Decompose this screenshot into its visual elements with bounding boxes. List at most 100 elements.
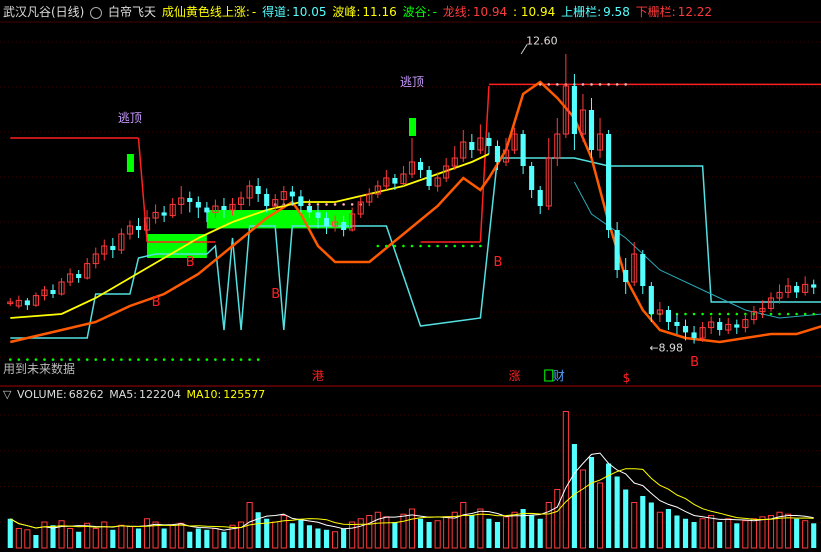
support-dot <box>26 358 29 361</box>
resistance-dot <box>325 203 328 206</box>
candle-body-down <box>135 226 142 230</box>
support-dot <box>162 358 166 361</box>
support-dot <box>461 244 465 248</box>
resistance-dot <box>333 203 337 206</box>
candle-body-down <box>794 286 800 293</box>
volume-bar-down <box>221 531 227 548</box>
volume-bar-up <box>460 502 467 549</box>
volume-bar-up <box>434 520 441 549</box>
support-dot <box>256 358 260 361</box>
volume-bar-down <box>417 518 424 548</box>
support-dot <box>137 358 140 361</box>
volume-bar-up <box>708 515 715 549</box>
candle-body-down <box>648 286 654 314</box>
volume-bar-down <box>7 518 13 548</box>
support-dot <box>803 312 807 316</box>
volume-ma5-line <box>10 452 814 531</box>
volume-bar-down <box>520 509 526 548</box>
support-dot <box>51 358 55 361</box>
volume-bar-up <box>699 518 706 549</box>
cyan-step-line <box>10 157 821 339</box>
buy-signal: B <box>186 255 195 270</box>
chart-canvas[interactable]: 逃顶逃顶BBBBB12.60←8.98港涨财 $ <box>0 0 821 552</box>
support-dot <box>231 358 234 361</box>
support-dot <box>393 244 397 248</box>
resistance-dot <box>556 83 559 86</box>
volume-bar-down <box>298 518 304 548</box>
volume-bar-down <box>614 476 620 548</box>
candle-body-down <box>323 218 330 226</box>
support-dot <box>128 358 132 361</box>
support-dot <box>8 358 12 361</box>
candle-body-down <box>486 138 492 146</box>
support-dot <box>197 358 200 361</box>
support-dot <box>68 358 72 361</box>
candle-body-down <box>417 162 424 170</box>
escape-top-block <box>126 154 134 172</box>
volume-bar-up <box>511 511 518 549</box>
volume-bar-down <box>811 523 817 548</box>
volume-bar-up <box>579 469 587 549</box>
support-dot <box>85 358 89 361</box>
resistance-dot <box>607 83 610 86</box>
volume-bar-down <box>187 531 193 548</box>
support-dot <box>145 358 149 361</box>
volume-bar-down <box>640 496 646 548</box>
volume-bar-down <box>717 522 723 548</box>
support-dot <box>427 244 431 248</box>
volume-bar-down <box>195 528 201 548</box>
support-dot <box>102 358 106 361</box>
support-dot <box>248 358 251 361</box>
candle-body-down <box>50 290 56 294</box>
candle-body-down <box>811 284 817 288</box>
candle-body-down <box>392 178 398 184</box>
volume-bar-up <box>725 518 732 549</box>
volume-bars <box>7 411 817 549</box>
volume-bar-up <box>374 511 381 549</box>
support-dot <box>701 312 704 316</box>
volume-bar-up <box>502 516 510 549</box>
yellow-rising-line <box>10 153 490 319</box>
volume-bar-down <box>623 489 629 548</box>
candle-body-down <box>76 274 82 278</box>
resistance-dot <box>342 203 345 206</box>
support-dot <box>470 244 474 248</box>
support-dot <box>111 358 115 361</box>
resistance-dot <box>547 83 551 86</box>
support-dot <box>120 358 123 361</box>
candle-body-down <box>469 142 475 150</box>
volume-bar-up <box>366 515 373 549</box>
escape-top-label: 逃顶 <box>118 111 142 125</box>
volume-bar-down <box>50 525 56 548</box>
candle-body-down <box>674 322 680 326</box>
support-dot <box>812 312 816 316</box>
support-dot <box>205 358 209 361</box>
resistance-dot <box>624 83 627 86</box>
candle-body-down <box>289 191 295 197</box>
support-dot <box>795 312 798 316</box>
support-dot <box>419 244 422 248</box>
stock-chart-window: { "header": { "stock": "武汉凡谷(日线)", "indi… <box>0 0 821 552</box>
support-dot <box>77 358 80 361</box>
resistance-dot <box>350 203 354 206</box>
volume-bar-down <box>794 518 800 548</box>
resistance-dot <box>316 203 320 206</box>
volume-bar-up <box>126 526 134 549</box>
candle-body-down <box>606 134 612 230</box>
candle-body-down <box>537 190 543 206</box>
volume-bar-up <box>357 518 364 549</box>
event-marker: $ <box>623 371 631 385</box>
candle-body-down <box>494 146 501 162</box>
volume-bar-up <box>67 528 74 549</box>
volume-bar-up <box>742 520 749 549</box>
resistance-dot <box>581 83 585 86</box>
candle-body-down <box>255 186 261 194</box>
grid-lines <box>0 21 821 523</box>
candle-body-down <box>520 134 526 166</box>
buy-signal: B <box>271 287 280 302</box>
volume-bar-up <box>212 528 219 549</box>
volume-bar-down <box>323 529 330 548</box>
candle-body-down <box>24 300 30 306</box>
volume-bar-down <box>255 512 261 548</box>
candle-body-down <box>426 170 432 186</box>
